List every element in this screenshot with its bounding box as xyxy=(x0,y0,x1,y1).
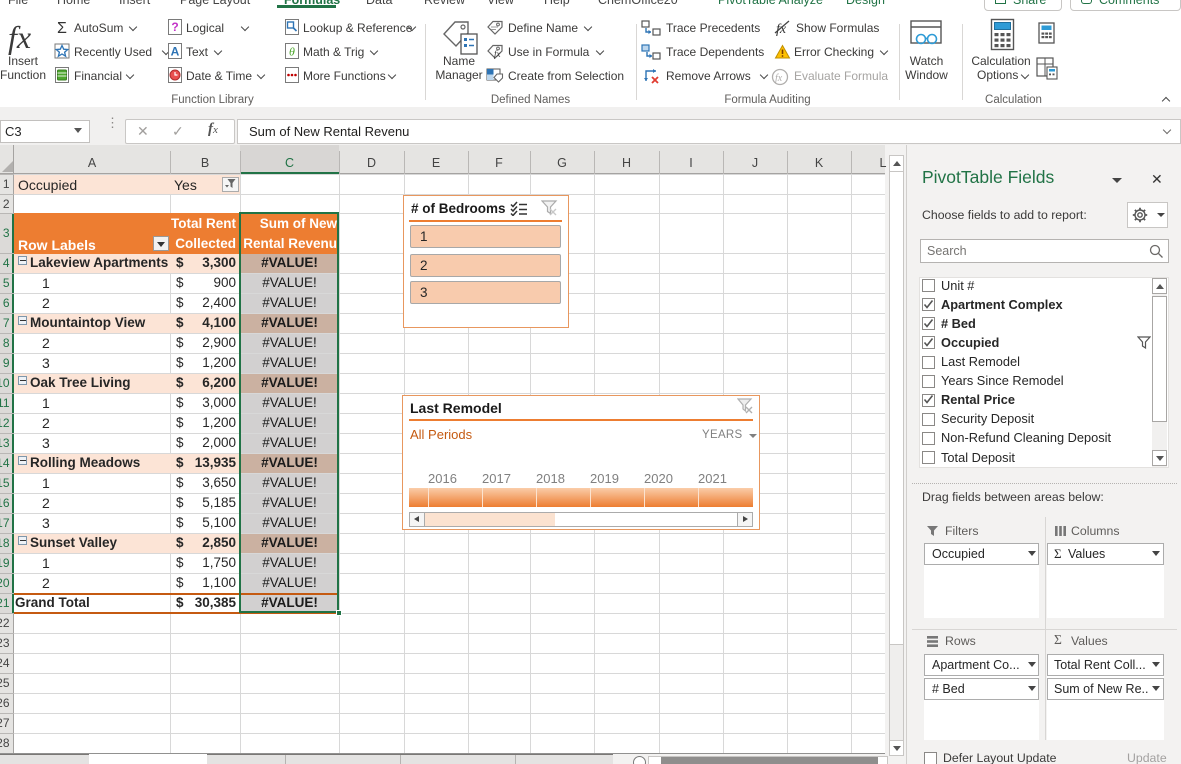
svg-text:?: ? xyxy=(171,20,178,34)
svg-text:fx: fx xyxy=(775,73,783,84)
svg-text:A: A xyxy=(171,45,180,59)
svg-text:fx: fx xyxy=(494,49,501,59)
svg-text:Σ: Σ xyxy=(57,20,67,35)
svg-text:θ: θ xyxy=(289,45,295,59)
